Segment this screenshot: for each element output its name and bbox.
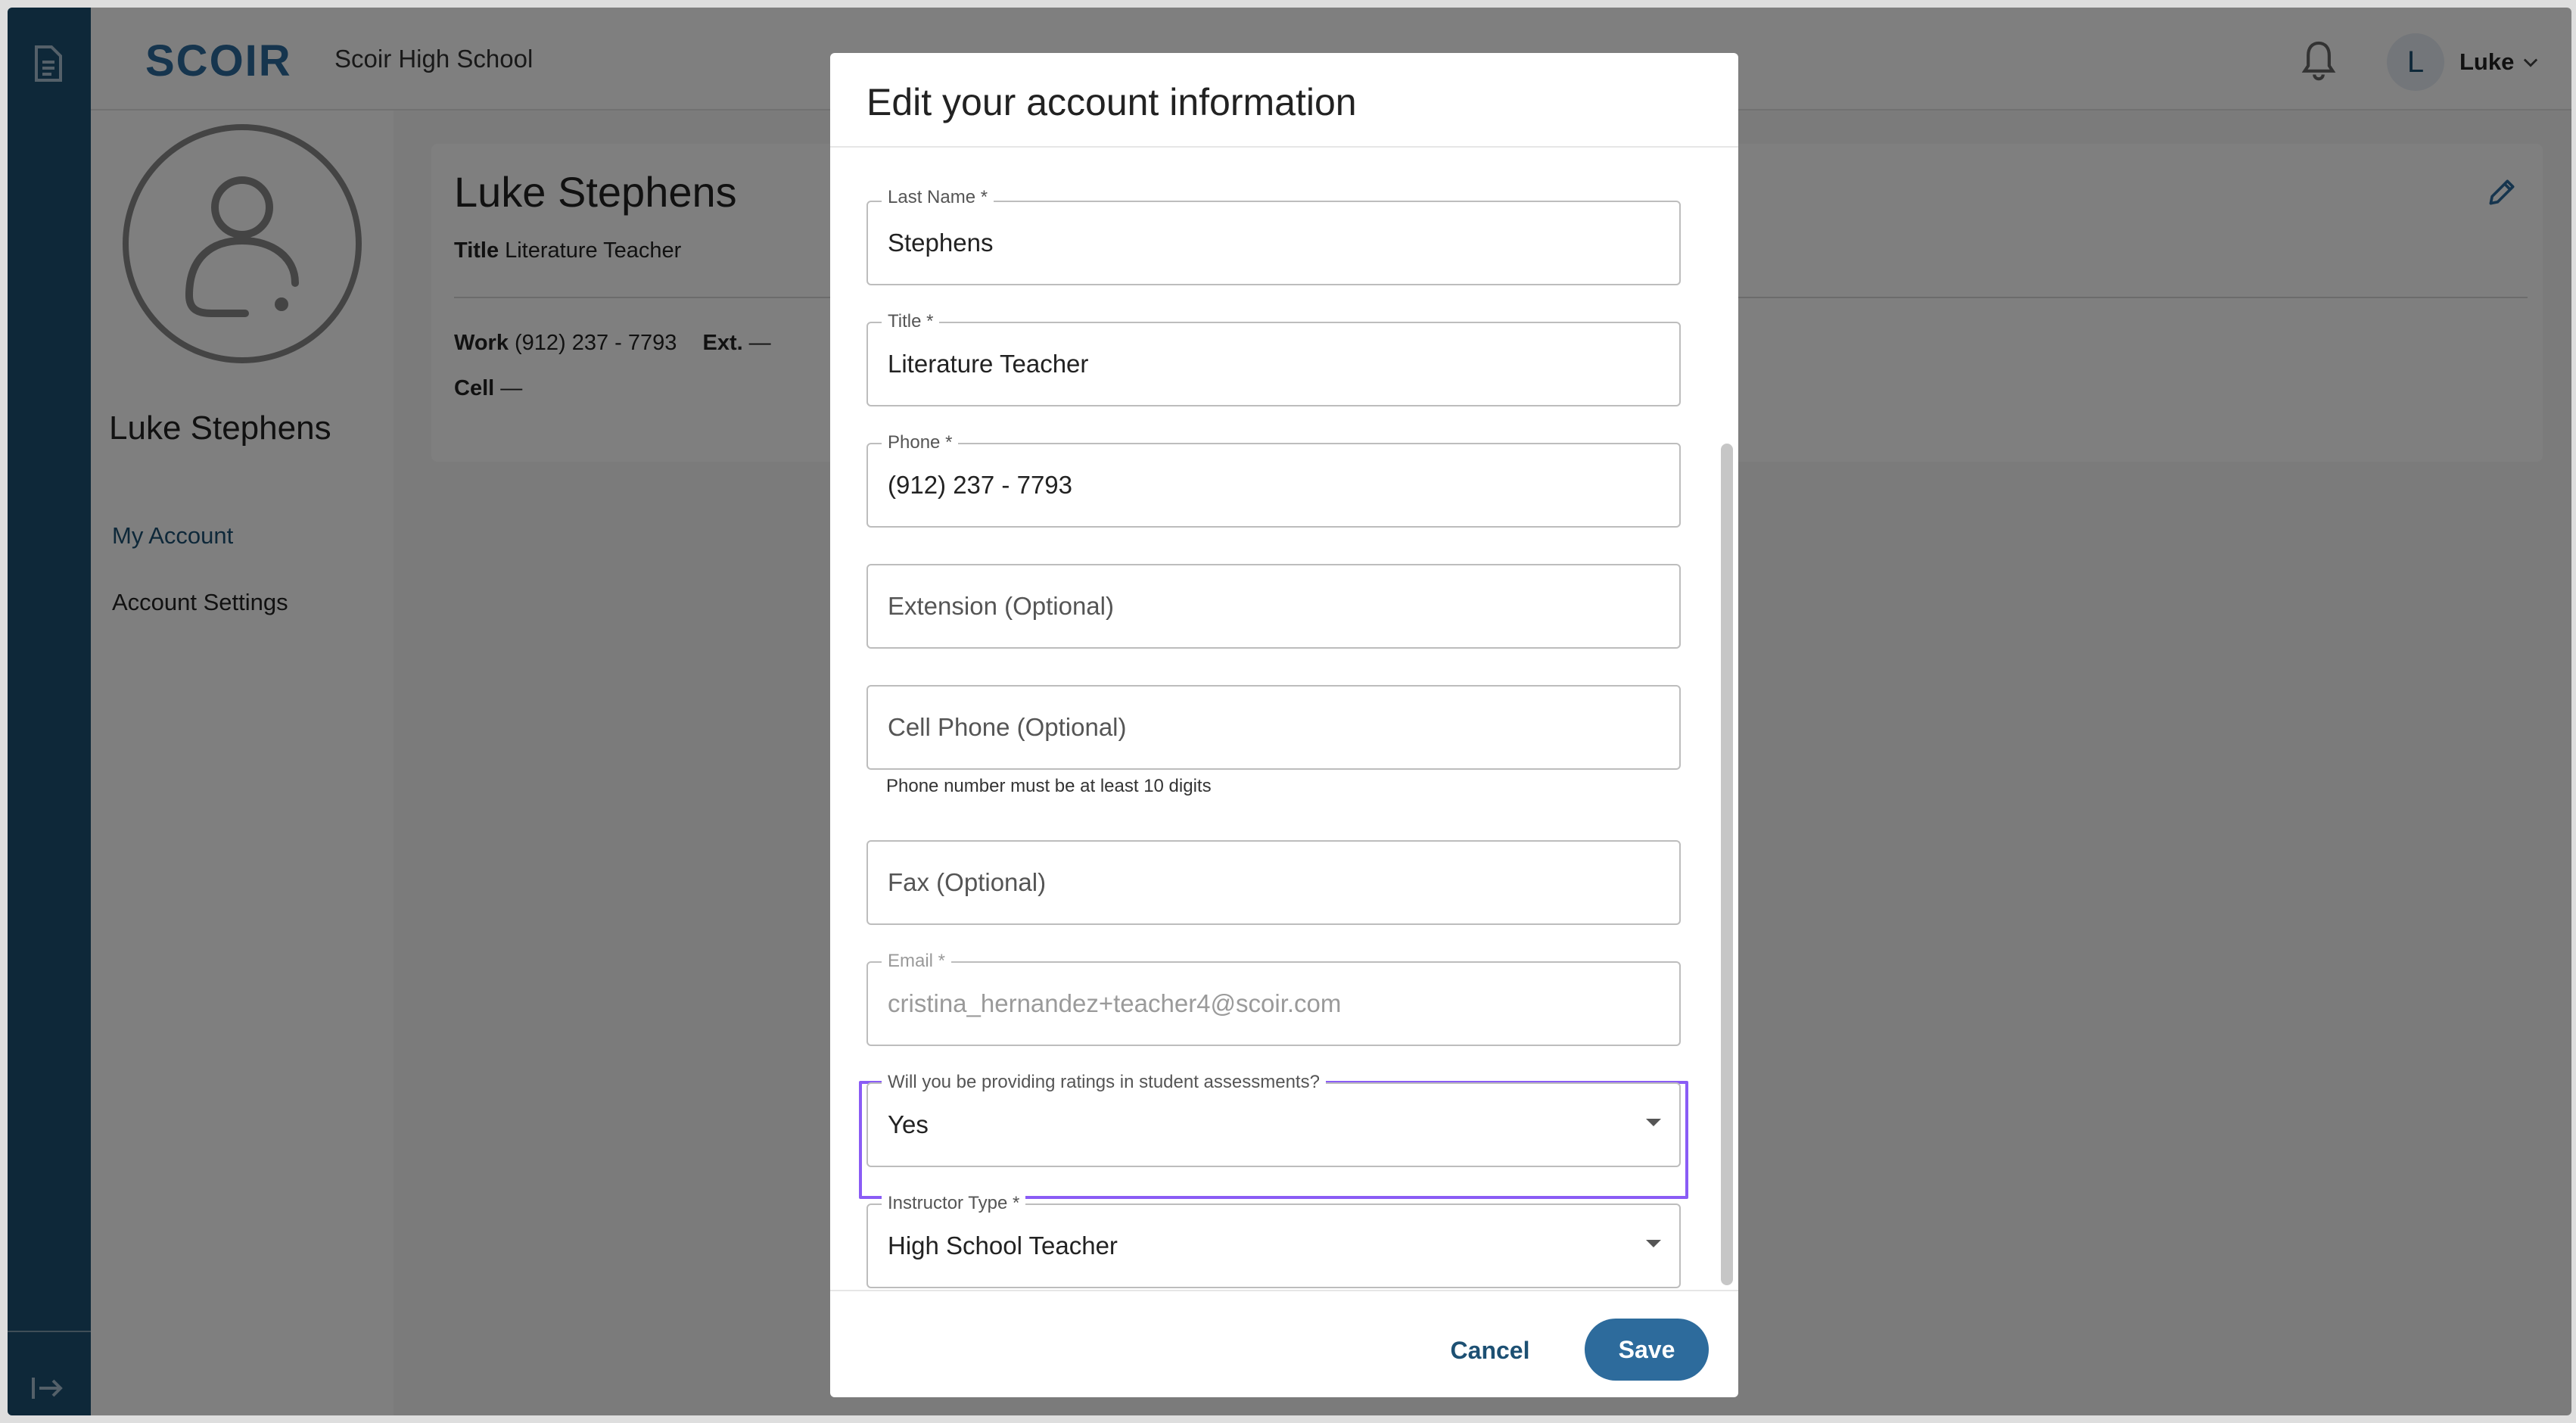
edit-account-dialog: Edit your account information Last Name …	[830, 53, 1738, 1397]
extension-placeholder: Extension (Optional)	[888, 592, 1114, 620]
title-field-value: Literature Teacher	[888, 350, 1089, 378]
caret-down-icon[interactable]	[1646, 1119, 1661, 1126]
extension-field[interactable]: Extension (Optional)	[866, 564, 1681, 649]
caret-down-icon[interactable]	[1646, 1240, 1661, 1247]
app-window: SCOIR Scoir High School L Luke Luke Step…	[8, 8, 2571, 1415]
instructor-type-value: High School Teacher	[888, 1232, 1118, 1260]
ratings-value: Yes	[888, 1110, 929, 1138]
instructor-type-label: Instructor Type *	[882, 1193, 1026, 1214]
dialog-scrollbar-thumb[interactable]	[1721, 444, 1733, 1285]
fax-placeholder: Fax (Optional)	[888, 868, 1047, 896]
cancel-button[interactable]: Cancel	[1422, 1320, 1558, 1381]
email-label: Email *	[882, 951, 952, 972]
save-button[interactable]: Save	[1585, 1319, 1709, 1381]
dialog-title: Edit your account information	[866, 81, 1357, 123]
phone-value: (912) 237 - 7793	[888, 471, 1073, 499]
phone-field[interactable]: Phone * (912) 237 - 7793	[866, 432, 1681, 528]
cell-phone-field[interactable]: Cell Phone (Optional)	[866, 685, 1681, 770]
ratings-label: Will you be providing ratings in student…	[882, 1072, 1326, 1093]
email-value: cristina_hernandez+teacher4@scoir.com	[888, 989, 1342, 1017]
instructor-type-select[interactable]: Instructor Type * High School Teacher	[866, 1193, 1681, 1288]
fax-field[interactable]: Fax (Optional)	[866, 840, 1681, 925]
ratings-select[interactable]: Will you be providing ratings in student…	[866, 1072, 1681, 1167]
dialog-footer-divider	[830, 1290, 1738, 1291]
email-field: Email * cristina_hernandez+teacher4@scoi…	[866, 951, 1681, 1046]
phone-label: Phone *	[882, 432, 959, 453]
title-field-label: Title *	[882, 311, 940, 332]
dialog-body: Last Name * Stephens Title * Literature …	[830, 148, 1738, 1336]
last-name-label: Last Name *	[882, 187, 994, 208]
cell-phone-helper-text: Phone number must be at least 10 digits	[886, 776, 1212, 796]
cell-phone-placeholder: Cell Phone (Optional)	[888, 713, 1127, 741]
title-field[interactable]: Title * Literature Teacher	[866, 311, 1681, 406]
last-name-field[interactable]: Last Name * Stephens	[866, 187, 1681, 285]
last-name-value: Stephens	[888, 229, 994, 257]
